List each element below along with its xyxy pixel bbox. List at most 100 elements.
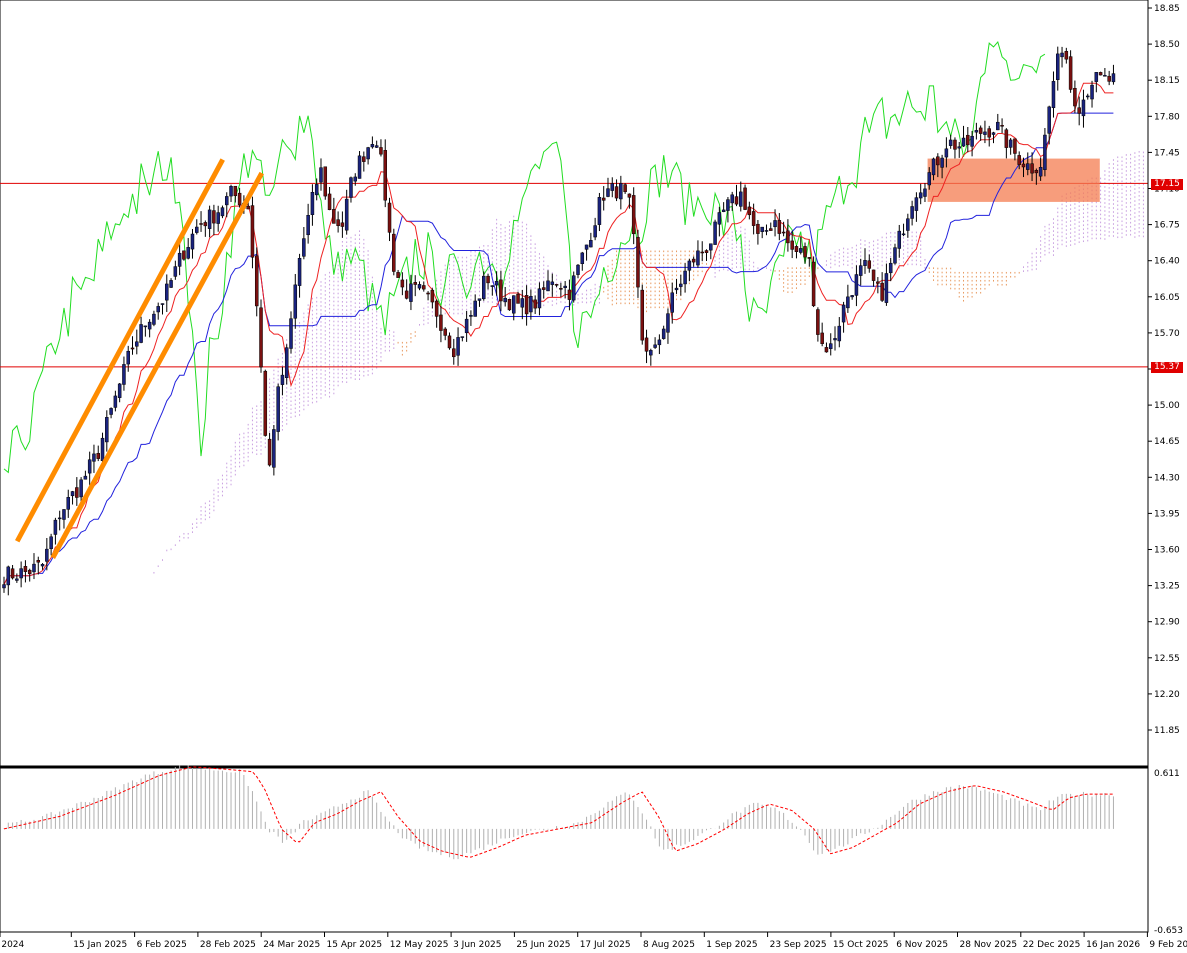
candle-down [769, 228, 773, 231]
candle-down [259, 307, 263, 368]
candle-up [220, 207, 225, 217]
price-tick-label: 11.85 [1154, 726, 1180, 736]
candle-up [310, 191, 315, 215]
candle-up [717, 212, 722, 225]
candle-up [2, 584, 6, 589]
candle-down [966, 134, 970, 146]
candle-down [880, 282, 884, 301]
highlight-zone [927, 158, 1100, 202]
candle-up [927, 172, 932, 186]
indicator-tick-label: -0.653 [1154, 926, 1183, 936]
price-tick-label: 13.95 [1154, 509, 1180, 519]
candle-down [751, 211, 756, 226]
candle-up [850, 295, 854, 298]
candle-up [473, 300, 477, 317]
candle-down [263, 370, 268, 436]
candle-up [546, 280, 550, 292]
candle-up [293, 284, 298, 319]
candle-down [499, 279, 503, 302]
price-tick-label: 12.20 [1154, 690, 1180, 700]
candle-up [1090, 84, 1094, 100]
candle-up [66, 497, 71, 510]
candle-down [559, 288, 563, 290]
candle-up [152, 313, 156, 325]
candle-up [113, 395, 118, 408]
candle-up [195, 226, 199, 233]
candle-up [841, 304, 846, 323]
candle-down [1030, 163, 1034, 174]
candle-down [790, 240, 794, 250]
candle-down [631, 195, 636, 235]
candle-up [828, 343, 833, 349]
candle-up [576, 264, 580, 275]
candle-up [229, 186, 233, 197]
candle-up [190, 233, 195, 250]
candle-up [931, 158, 936, 176]
candle-up [366, 147, 370, 160]
candle-up [169, 280, 173, 288]
candle-up [280, 374, 285, 385]
price-tick-label: 18.85 [1154, 4, 1180, 14]
candle-down [524, 295, 529, 315]
candle-down [23, 566, 28, 572]
candle-down [978, 127, 983, 134]
time-tick-label: 3 Jun 2025 [453, 940, 501, 949]
candle-up [709, 243, 713, 251]
candle-up [289, 318, 293, 349]
level-tag-upper: 17.15 [1151, 179, 1183, 190]
time-tick-label: 15 Oct 2025 [833, 940, 889, 949]
candle-up [893, 247, 897, 264]
candle-up [477, 298, 482, 301]
price-tick-label: 15.70 [1154, 329, 1180, 339]
candle-down [1021, 163, 1026, 168]
indicator-tick-label: 0.611 [1154, 769, 1180, 779]
price-tick-label: 18.50 [1154, 40, 1180, 50]
candle-up [837, 325, 842, 342]
candle-up [923, 188, 927, 197]
candle-down [250, 205, 255, 258]
candle-down [439, 314, 443, 331]
candle-up [1060, 52, 1064, 58]
candle-up [914, 197, 919, 211]
candle-up [1047, 106, 1051, 134]
candle-up [683, 270, 687, 285]
candle-up [897, 230, 902, 249]
candle-up [580, 252, 585, 265]
time-tick-label: 25 Jun 2025 [516, 940, 570, 949]
candle-down [644, 337, 649, 352]
candle-up [319, 167, 323, 183]
candle-up [503, 297, 507, 303]
candle-up [49, 536, 53, 549]
candle-up [353, 176, 358, 182]
candle-down [267, 438, 272, 466]
time-tick-label: 28 Feb 2025 [200, 940, 256, 949]
candle-down [1098, 72, 1103, 76]
candle-up [760, 226, 764, 232]
candle-down [636, 237, 640, 288]
candle-down [1017, 155, 1021, 165]
candle-down [443, 328, 447, 336]
candle-down [533, 299, 537, 309]
candle-up [456, 337, 460, 356]
candle-up [173, 266, 178, 277]
candle-down [871, 269, 876, 281]
time-tick-label: 22 Dec 2025 [1023, 940, 1081, 949]
candle-up [610, 183, 615, 191]
candle-up [45, 548, 49, 562]
candle-down [623, 184, 627, 193]
candle-up [135, 341, 139, 347]
candle-up [276, 386, 280, 432]
candle-up [653, 344, 657, 348]
candle-up [563, 285, 567, 289]
candle-up [482, 275, 486, 300]
candle-down [1034, 170, 1039, 174]
candle-down [1013, 138, 1017, 154]
candle-up [593, 225, 597, 238]
time-tick-label: 1 Sep 2025 [706, 940, 757, 949]
candle-down [777, 220, 782, 234]
candle-up [53, 519, 58, 535]
candle-down [10, 568, 15, 579]
candle-up [589, 240, 593, 248]
candle-down [400, 279, 405, 288]
candle-up [469, 315, 473, 317]
